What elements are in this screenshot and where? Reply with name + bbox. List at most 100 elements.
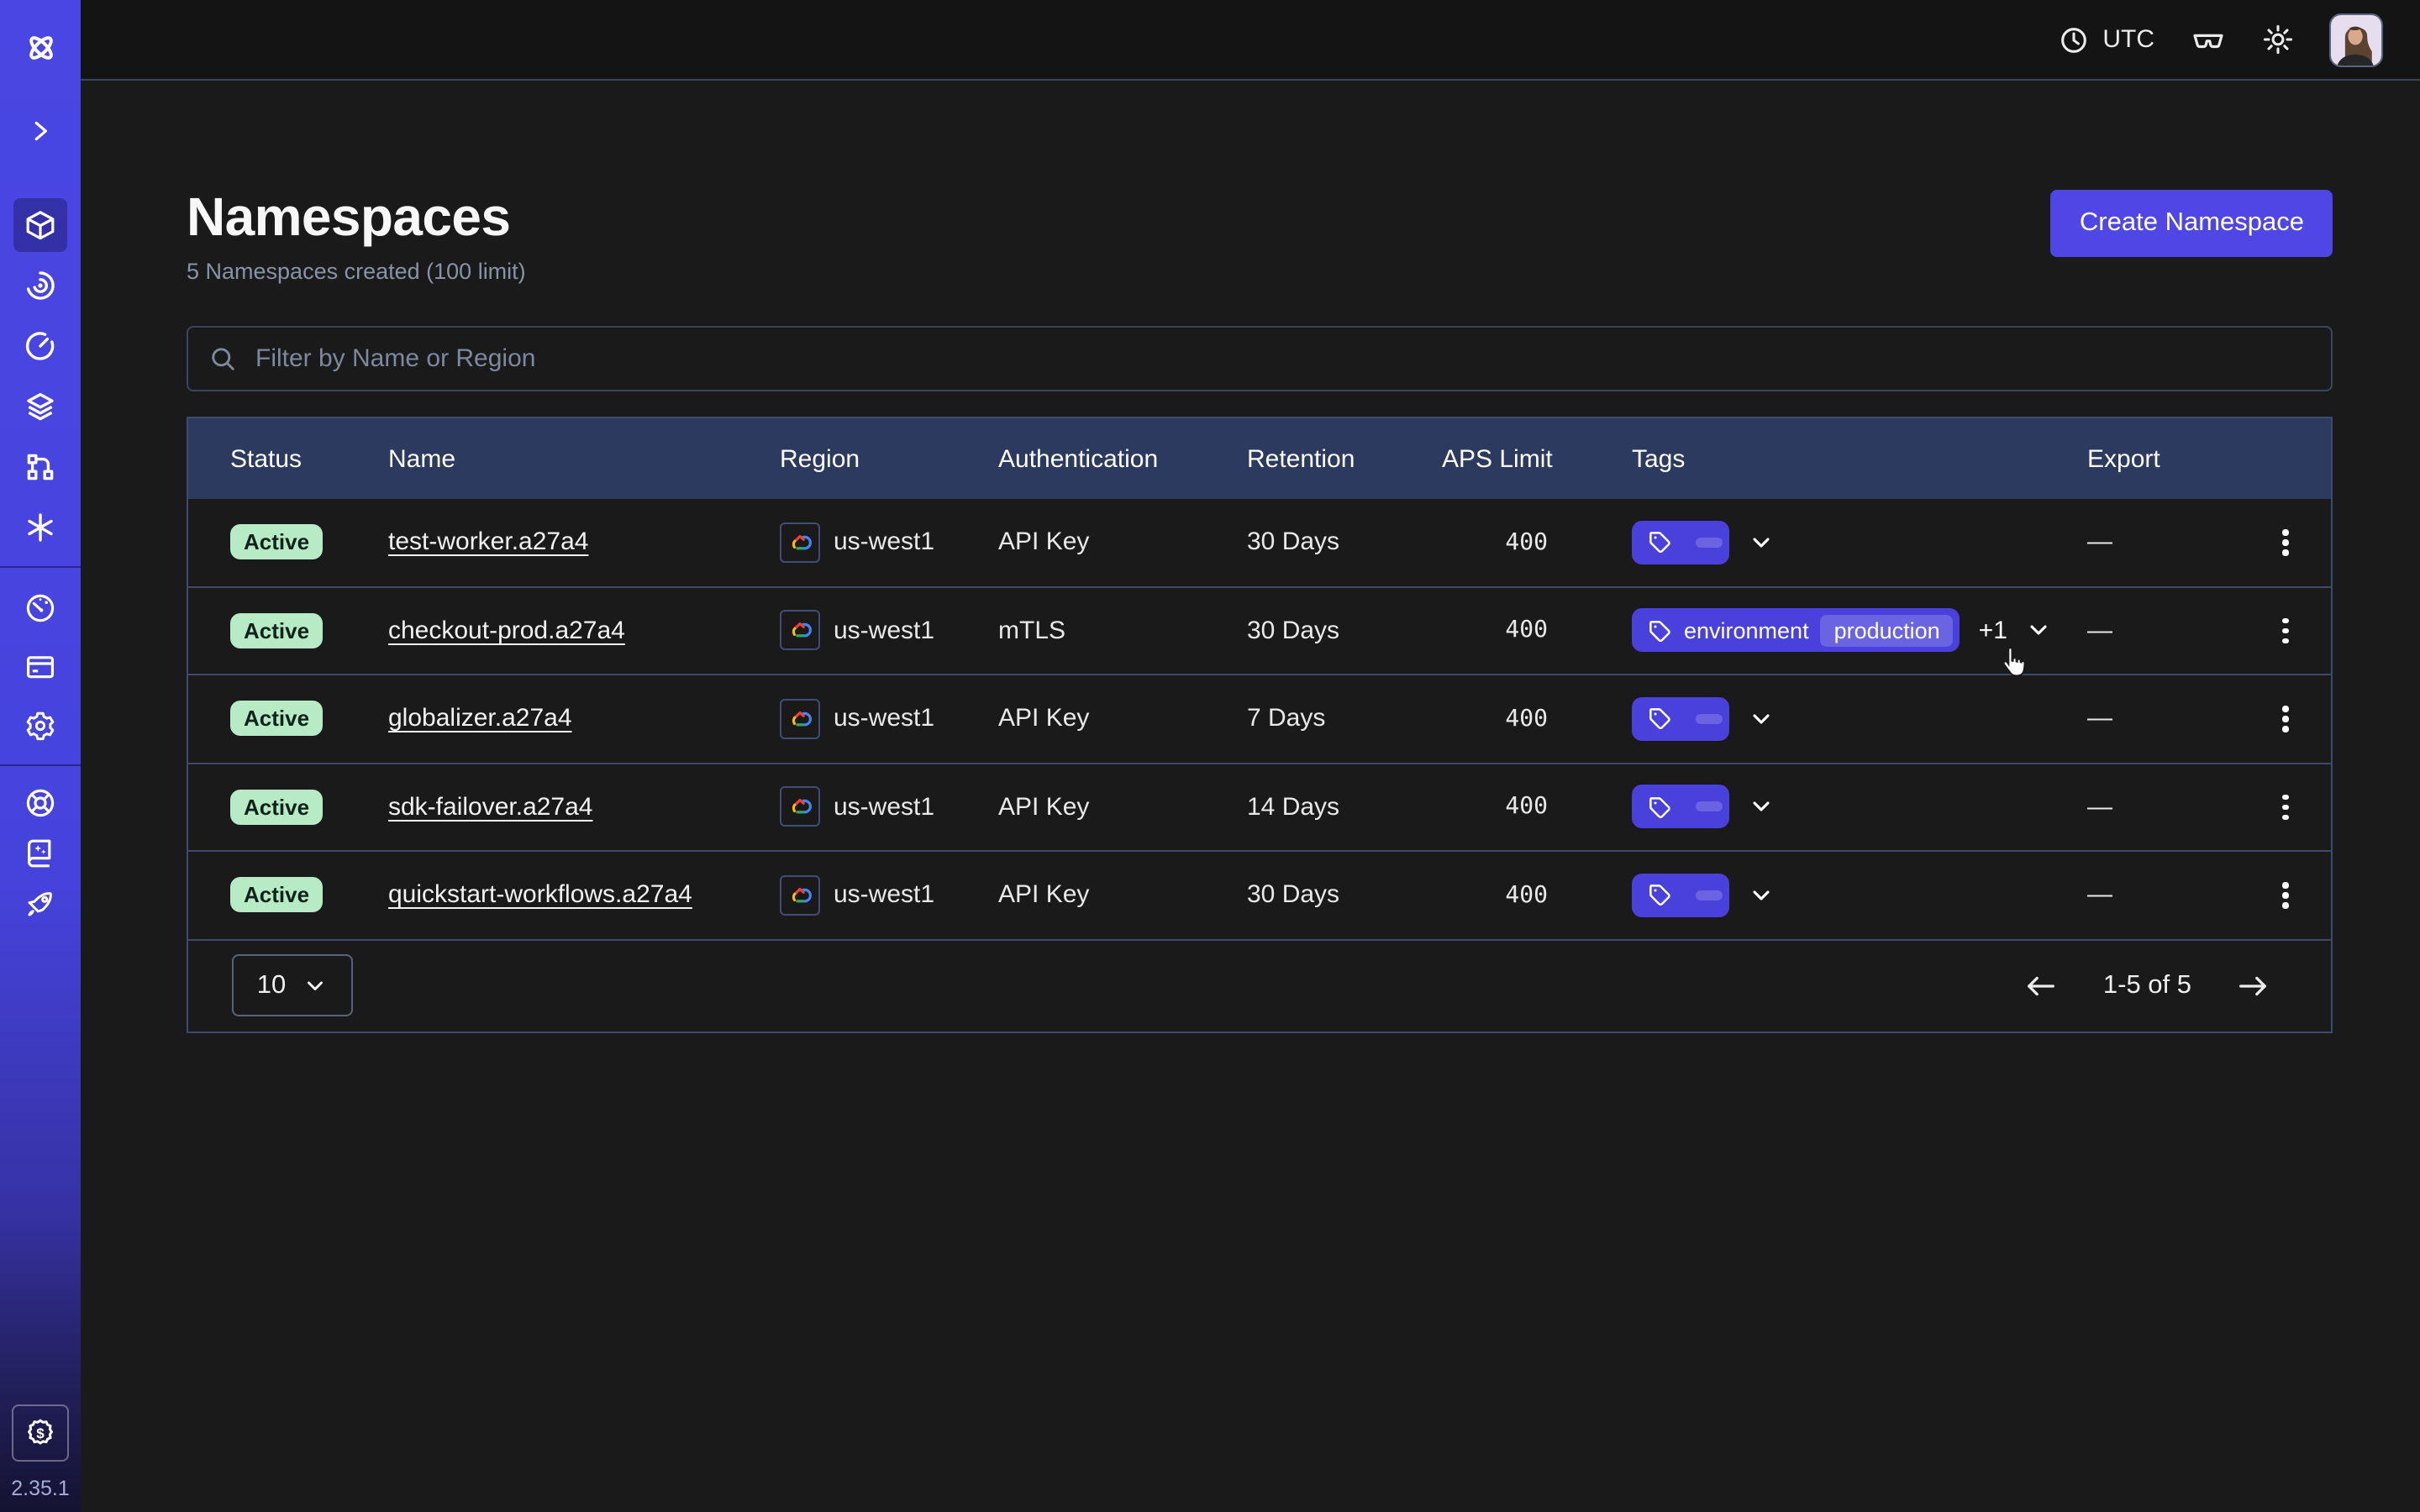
region-label: us-west1 bbox=[834, 705, 934, 733]
sidebar-item-support[interactable] bbox=[13, 780, 67, 827]
status-badge: Active bbox=[230, 701, 323, 737]
sidebar-item-settings[interactable] bbox=[13, 699, 67, 753]
labs-toggle-button[interactable] bbox=[2190, 23, 2227, 56]
sidebar-item-namespaces[interactable] bbox=[13, 198, 67, 252]
tag-key: environment bbox=[1684, 618, 1809, 643]
tag-icon bbox=[1647, 795, 1672, 820]
table-row: Active globalizer.a27a4 us-west1 API Key… bbox=[188, 675, 2331, 764]
chevron-right-icon bbox=[27, 118, 54, 144]
column-header-export: Export bbox=[2087, 444, 2240, 473]
table-row: Active test-worker.a27a4 us-west1 API Ke… bbox=[188, 499, 2331, 587]
region-label: us-west1 bbox=[834, 881, 934, 910]
tags-expand-button[interactable] bbox=[1748, 706, 1775, 732]
tag-value bbox=[1696, 802, 1723, 812]
page-size-value: 10 bbox=[257, 970, 287, 1000]
tag-badge[interactable] bbox=[1632, 697, 1729, 741]
sidebar-item-deployments[interactable] bbox=[13, 380, 67, 433]
namespace-link[interactable]: test-worker.a27a4 bbox=[388, 528, 588, 557]
tags-expand-button[interactable] bbox=[1748, 794, 1775, 821]
status-badge: Active bbox=[230, 878, 323, 913]
row-menu-button[interactable] bbox=[2273, 607, 2299, 654]
cube-namespaces-icon bbox=[24, 208, 57, 242]
sidebar-item-nexus[interactable] bbox=[13, 440, 67, 494]
authentication-value: API Key bbox=[998, 528, 1247, 557]
sidebar-item-batch-operations[interactable] bbox=[13, 501, 67, 554]
temporal-logo[interactable] bbox=[13, 20, 67, 74]
authentication-value: API Key bbox=[998, 793, 1247, 822]
page-size-select[interactable]: 10 bbox=[232, 954, 353, 1016]
status-badge: Active bbox=[230, 790, 323, 825]
row-menu-button[interactable] bbox=[2273, 872, 2299, 918]
radar-workflows-icon bbox=[24, 269, 57, 302]
chevron-down-icon bbox=[1748, 706, 1775, 732]
column-header-retention: Retention bbox=[1247, 444, 1442, 473]
next-page-button[interactable] bbox=[2235, 972, 2270, 999]
sidebar-item-usage[interactable] bbox=[13, 581, 67, 635]
row-menu-button[interactable] bbox=[2273, 519, 2299, 565]
sidebar-item-workflows[interactable] bbox=[13, 259, 67, 312]
timezone-selector[interactable]: UTC bbox=[2059, 24, 2154, 55]
user-avatar[interactable] bbox=[2329, 13, 2383, 66]
glasses-icon bbox=[2190, 23, 2227, 56]
arrow-left-icon bbox=[2024, 972, 2060, 999]
tag-icon bbox=[1647, 883, 1672, 908]
tag-badge[interactable] bbox=[1632, 785, 1729, 829]
theme-toggle-button[interactable] bbox=[2262, 24, 2294, 55]
status-badge: Active bbox=[230, 525, 323, 560]
export-value: — bbox=[2087, 793, 2240, 822]
tags-expand-button[interactable] bbox=[1748, 882, 1775, 909]
retention-value: 30 Days bbox=[1247, 881, 1442, 910]
namespace-link[interactable]: checkout-prod.a27a4 bbox=[388, 617, 625, 645]
tag-badge[interactable]: environment production bbox=[1632, 609, 1960, 653]
search-icon bbox=[208, 344, 237, 373]
table-row: Active quickstart-workflows.a27a4 us-wes… bbox=[188, 852, 2331, 940]
row-menu-button[interactable] bbox=[2273, 784, 2299, 830]
sidebar-divider bbox=[0, 566, 81, 568]
topbar: UTC bbox=[81, 0, 2420, 81]
branch-nexus-icon bbox=[24, 450, 57, 484]
namespace-link[interactable]: sdk-failover.a27a4 bbox=[388, 793, 593, 822]
retention-value: 14 Days bbox=[1247, 793, 1442, 822]
sidebar-item-docs[interactable] bbox=[13, 830, 67, 877]
sidebar-divider bbox=[0, 764, 81, 766]
column-header-region: Region bbox=[780, 444, 998, 473]
previous-page-button[interactable] bbox=[2024, 972, 2060, 999]
chevron-down-icon bbox=[1748, 882, 1775, 909]
search-input[interactable] bbox=[252, 343, 2311, 375]
sidebar-item-schedules[interactable] bbox=[13, 319, 67, 373]
tag-badge[interactable] bbox=[1632, 521, 1729, 564]
app-window: $ 2.35.1 UTC bbox=[0, 0, 2420, 1512]
chevron-down-icon bbox=[2026, 617, 2053, 644]
authentication-value: API Key bbox=[998, 881, 1247, 910]
sidebar-expand-button[interactable] bbox=[13, 104, 67, 158]
create-namespace-button[interactable]: Create Namespace bbox=[2051, 190, 2333, 257]
column-header-status: Status bbox=[230, 444, 388, 473]
app-version: 2.35.1 bbox=[11, 1477, 70, 1500]
sidebar-item-getting-started[interactable] bbox=[13, 880, 67, 927]
tag-badge[interactable] bbox=[1632, 874, 1729, 917]
gcp-cloud-icon bbox=[780, 522, 820, 563]
row-menu-button[interactable] bbox=[2273, 696, 2299, 742]
sidebar-item-billing[interactable] bbox=[13, 640, 67, 694]
gauge-usage-icon bbox=[24, 591, 57, 625]
retention-value: 30 Days bbox=[1247, 528, 1442, 557]
namespace-link[interactable]: quickstart-workflows.a27a4 bbox=[388, 881, 692, 910]
column-header-tags: Tags bbox=[1632, 444, 2087, 473]
tag-value bbox=[1696, 714, 1723, 724]
tags-expand-button[interactable] bbox=[2026, 617, 2053, 644]
page-subtitle: 5 Namespaces created (100 limit) bbox=[187, 259, 526, 284]
namespace-link[interactable]: globalizer.a27a4 bbox=[388, 705, 572, 733]
gcp-cloud-icon bbox=[780, 699, 820, 739]
sidebar: $ 2.35.1 bbox=[0, 0, 81, 1512]
region-label: us-west1 bbox=[834, 617, 934, 645]
filter-search[interactable] bbox=[187, 326, 2333, 391]
tags-expand-button[interactable] bbox=[1748, 529, 1775, 556]
status-badge: Active bbox=[230, 613, 323, 648]
arrow-right-icon bbox=[2235, 972, 2270, 999]
pricing-badge-button[interactable]: $ bbox=[12, 1404, 69, 1462]
book-docs-icon bbox=[24, 837, 57, 870]
export-value: — bbox=[2087, 528, 2240, 557]
tag-value bbox=[1696, 538, 1723, 548]
credit-card-billing-icon bbox=[24, 650, 57, 684]
export-value: — bbox=[2087, 705, 2240, 733]
